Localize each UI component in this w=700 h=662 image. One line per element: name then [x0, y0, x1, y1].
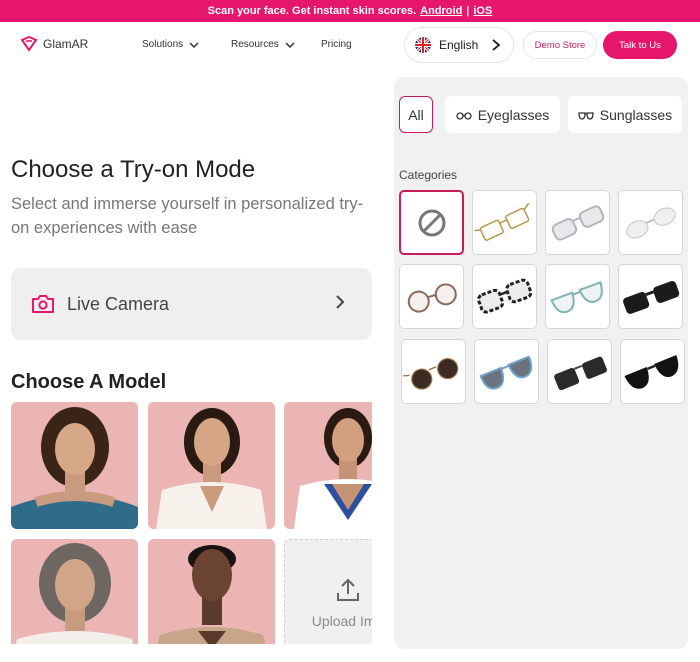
model-grid: Upload Ima: [11, 402, 372, 644]
brown-sunglasses-icon: [402, 357, 458, 390]
glamar-logo-icon: [20, 36, 38, 52]
model-portrait-image: [11, 539, 138, 644]
model-portrait-image: [148, 539, 275, 644]
product-tile[interactable]: [401, 339, 466, 404]
chevron-right-icon: [492, 39, 501, 51]
android-link[interactable]: Android: [420, 5, 462, 17]
filter-eyeglasses-label: Eyeglasses: [477, 106, 550, 123]
filter-sunglasses-label: Sunglasses: [599, 106, 673, 123]
nav-pricing-label: Pricing: [321, 39, 352, 50]
silver-eyeglasses-icon: [551, 204, 604, 241]
black-cat-eye-sunglasses-icon: [623, 354, 678, 389]
upload-icon: [336, 578, 359, 601]
black-sunglasses-icon: [622, 280, 679, 314]
filter-sunglasses[interactable]: Sunglasses: [568, 96, 682, 133]
filter-all[interactable]: All: [399, 96, 433, 133]
demo-store-button[interactable]: Demo Store: [523, 31, 597, 59]
product-tile[interactable]: [399, 264, 464, 329]
none-icon: [418, 209, 445, 236]
product-tile[interactable]: [545, 190, 610, 255]
promo-banner: Scan your face. Get instant skin scores.…: [0, 0, 700, 22]
choose-model-heading: Choose A Model: [11, 371, 167, 393]
brand-logo[interactable]: GlamAR: [20, 36, 88, 52]
banner-text: Scan your face. Get instant skin scores.: [207, 5, 417, 17]
top-nav: GlamAR Solutions Resources Pricing Engli…: [0, 22, 700, 68]
teal-eyeglasses-icon: [549, 280, 603, 313]
nav-resources[interactable]: Resources: [231, 39, 295, 50]
camera-icon: [32, 295, 54, 313]
dark-square-sunglasses-icon: [553, 356, 607, 390]
product-tile[interactable]: [620, 339, 685, 404]
nav-solutions[interactable]: Solutions: [142, 39, 199, 50]
uk-flag-icon: [415, 37, 431, 53]
nav-resources-label: Resources: [231, 39, 279, 50]
model-portrait-image: [11, 402, 138, 529]
product-tile[interactable]: [547, 339, 612, 404]
product-tile[interactable]: [472, 190, 537, 255]
live-camera-button[interactable]: Live Camera: [11, 268, 372, 340]
model-card[interactable]: [148, 539, 275, 644]
sunglasses-icon: [578, 111, 594, 120]
model-card[interactable]: [148, 402, 275, 529]
main-content: Choose a Try-on Mode Select and immerse …: [0, 68, 392, 662]
nav-solutions-label: Solutions: [142, 39, 184, 50]
model-portrait-image: [148, 402, 275, 529]
chevron-down-icon: [285, 41, 295, 48]
eyeglasses-icon: [456, 111, 472, 120]
product-tile[interactable]: [618, 264, 683, 329]
brown-round-eyeglasses-icon: [407, 282, 457, 313]
upload-label: Upload Ima: [311, 612, 372, 629]
rimless-eyeglasses-icon: [625, 206, 676, 239]
product-tile[interactable]: [474, 339, 539, 404]
model-card[interactable]: [11, 402, 138, 529]
product-none[interactable]: [399, 190, 464, 255]
language-label: English: [439, 38, 479, 52]
upload-image-button[interactable]: Upload Ima: [284, 539, 372, 644]
chevron-right-icon: [336, 295, 345, 309]
filter-all-label: All: [408, 106, 424, 123]
live-camera-label: Live Camera: [67, 293, 170, 314]
product-tile[interactable]: [472, 264, 537, 329]
chevron-down-icon: [189, 41, 199, 48]
talk-to-us-button[interactable]: Talk to Us: [603, 31, 677, 59]
language-selector[interactable]: English: [404, 27, 514, 63]
categories-label: Categories: [399, 168, 458, 182]
banner-separator: |: [466, 5, 470, 17]
brand-name: GlamAR: [43, 37, 89, 51]
model-card[interactable]: [11, 539, 138, 644]
filter-eyeglasses[interactable]: Eyeglasses: [445, 96, 560, 133]
model-card[interactable]: [284, 402, 372, 529]
blue-aviator-sunglasses-icon: [478, 354, 532, 390]
gold-eyeglasses-icon: [473, 202, 529, 241]
ios-link[interactable]: iOS: [473, 5, 492, 17]
product-tile[interactable]: [545, 264, 610, 329]
product-tile[interactable]: [618, 190, 683, 255]
tortoise-eyeglasses-icon: [476, 278, 532, 314]
product-panel: All Eyeglasses Sunglasses Categories: [394, 77, 688, 649]
page-subtitle: Select and immerse yourself in personali…: [11, 195, 364, 237]
model-portrait-image: [284, 402, 372, 529]
page-title: Choose a Try-on Mode: [11, 156, 256, 183]
nav-pricing[interactable]: Pricing: [321, 39, 352, 50]
